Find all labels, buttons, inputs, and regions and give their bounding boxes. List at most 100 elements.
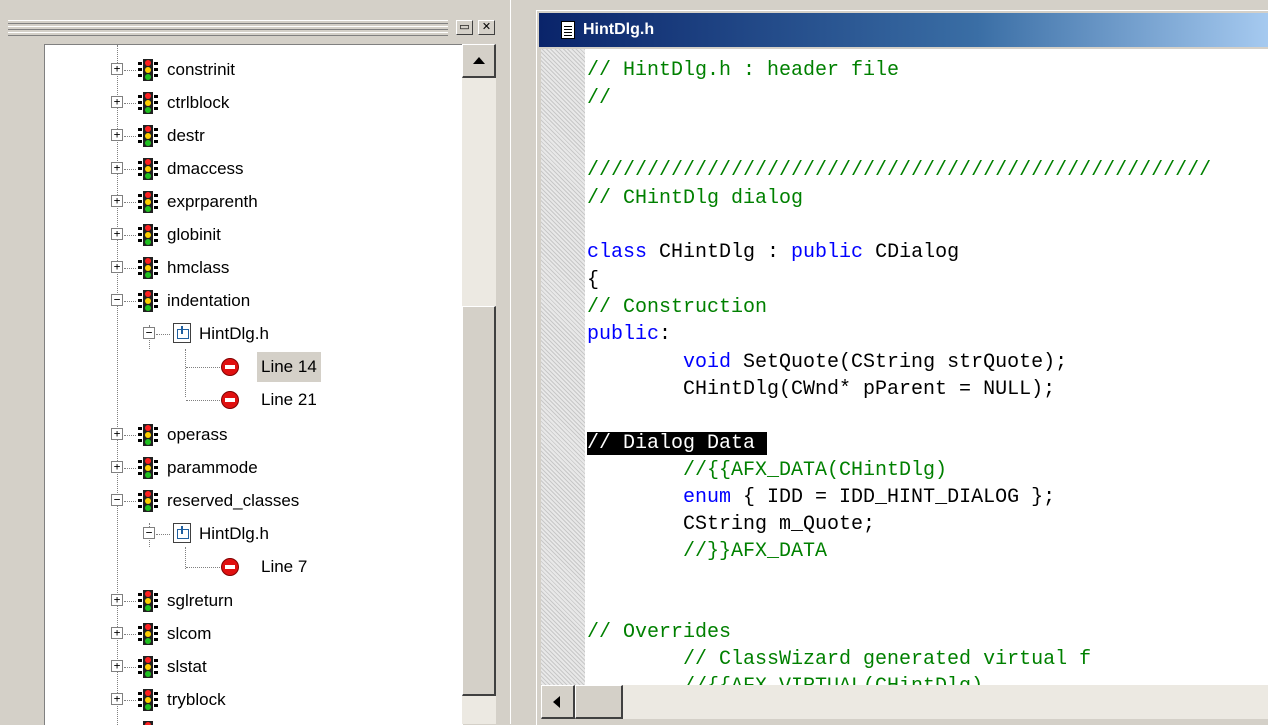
tree-item-indentation[interactable]: − indentation [45,286,445,316]
tree-line [124,700,136,701]
expand-icon[interactable]: + [111,129,123,141]
scroll-left-button[interactable] [541,685,575,719]
traffic-light-icon [138,257,158,279]
tree-item-label: hmclass [167,258,230,277]
expand-icon[interactable]: + [111,228,123,240]
tree-item-violation[interactable]: Line 14 [45,352,445,382]
dock-grip[interactable] [8,20,448,24]
keyword-token: void [683,351,732,374]
code-line: // HintDlg.h : header file [587,57,899,84]
expand-icon[interactable]: + [111,660,123,672]
code-token: { [587,269,600,292]
collapse-icon[interactable]: − [111,294,123,306]
collapse-icon[interactable]: − [143,527,155,539]
tree-line [156,534,170,535]
code-token: CString m_Quote; [587,513,876,536]
tree-vertical-scrollbar[interactable] [462,44,496,724]
code-line: //{{AFX_DATA(CHintDlg) [587,457,947,484]
keyword-token: public [791,241,864,264]
code-line: // CHintDlg dialog [587,185,803,212]
expand-icon[interactable]: + [111,195,123,207]
tree-line [124,468,136,469]
dock-header[interactable]: ▭ ✕ [0,0,510,44]
expand-icon[interactable]: + [111,594,123,606]
tree-item-tryblock[interactable]: + tryblock [45,685,445,715]
tree-item-slstat[interactable]: + slstat [45,652,445,682]
expand-icon[interactable]: + [111,162,123,174]
tree-item-label: tryblock [167,690,226,709]
code-token: CHintDlg : [647,241,792,264]
tree-line [186,367,220,368]
collapse-icon[interactable]: − [143,327,155,339]
dock-grip[interactable] [8,32,448,36]
header-file-icon [173,523,191,543]
traffic-light-icon [138,59,158,81]
editor-horizontal-scrollbar[interactable] [541,685,1268,719]
code-token: CHintDlg(CWnd* pParent = NULL); [587,378,1056,401]
expand-icon[interactable]: + [111,428,123,440]
tree-line [156,334,170,335]
expand-icon[interactable]: + [111,461,123,473]
tree-item-hmclass[interactable]: + hmclass [45,253,445,283]
traffic-light-icon [138,224,158,246]
tree-item-dmaccess[interactable]: + dmaccess [45,154,445,184]
tree-item-violation[interactable]: Line 7 [45,552,445,582]
tree-line [124,634,136,635]
maximize-pane-button[interactable]: ▭ [456,20,473,35]
tree-item-label: operass [167,425,228,444]
expand-icon[interactable]: + [111,627,123,639]
scroll-thumb[interactable] [462,306,496,696]
code-line: public: [587,321,671,348]
tree-item-slcom[interactable]: + slcom [45,619,445,649]
tree-item-file[interactable]: − HintDlg.h [45,319,445,349]
expand-icon[interactable]: + [111,261,123,273]
code-line: CString m_Quote; [587,511,875,538]
tree-item-violation[interactable]: Line 21 [45,385,445,415]
code-editor[interactable]: // HintDlg.h : header file // //////////… [541,49,1268,685]
editor-title-bar[interactable]: HintDlg.h [539,13,1268,47]
highlighted-comment: // Dialog Data [587,432,768,455]
tree-line [124,70,136,71]
tree-line [124,301,136,302]
expand-icon[interactable]: + [111,63,123,75]
scroll-thumb[interactable] [575,685,623,719]
traffic-light-icon [138,290,158,312]
tree-item-label: dmaccess [167,159,244,178]
tree-line [124,501,136,502]
tree-item-label: globinit [167,225,221,244]
tree-item-sglreturn[interactable]: + sglreturn [45,586,445,616]
editor-title: HintDlg.h [583,21,655,38]
keyword-token: public [587,323,660,346]
tree-item-operass[interactable]: + operass [45,420,445,450]
tree-line [186,400,220,401]
comment-token: // Construction [587,296,768,319]
tree-item-destr[interactable]: + destr [45,121,445,151]
close-pane-button[interactable]: ✕ [478,20,495,35]
collapse-icon[interactable]: − [111,494,123,506]
traffic-light-icon [138,656,158,678]
tree-line [124,103,136,104]
comment-token: //{{AFX_DATA(CHintDlg) [587,459,948,482]
tree-view[interactable]: + constrinit + ctrlblock + destr + dmacc… [44,44,463,725]
tree-item-label: Line 14 [257,352,321,382]
tree-item-constrinit[interactable]: + constrinit [45,55,445,85]
pane-splitter[interactable] [510,0,537,724]
dock-grip[interactable] [8,26,448,30]
tree-item-label: indentation [167,291,251,310]
tree-item-parammode[interactable]: + parammode [45,453,445,483]
tree-item-exprparenth[interactable]: + exprparenth [45,187,445,217]
tree-item-label: parammode [167,458,258,477]
tree-line [124,435,136,436]
traffic-light-icon [138,125,158,147]
traffic-light-icon [138,158,158,180]
selection-margin[interactable] [541,49,585,685]
expand-icon[interactable]: + [111,96,123,108]
traffic-light-icon [138,457,158,479]
tree-item-ctrlblock[interactable]: + ctrlblock [45,88,445,118]
tree-item-globinit[interactable]: + globinit [45,220,445,250]
tree-item-file[interactable]: − HintDlg.h [45,519,445,549]
scroll-up-button[interactable] [462,44,496,78]
tree-item-reserved-classes[interactable]: − reserved_classes [45,486,445,516]
expand-icon[interactable]: + [111,693,123,705]
code-line: { [587,267,599,294]
